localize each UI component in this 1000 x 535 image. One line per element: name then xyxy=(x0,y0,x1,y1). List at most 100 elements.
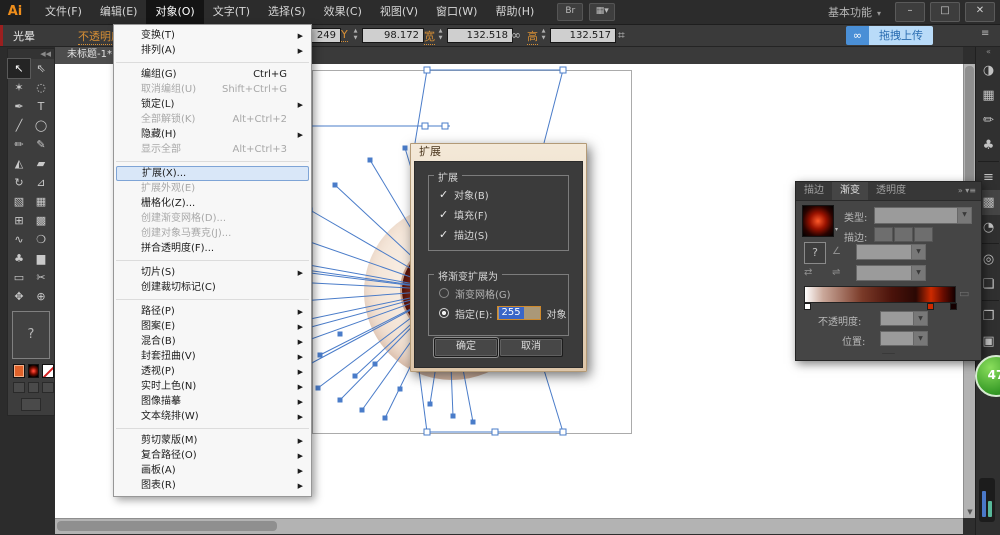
stepper-up-icon[interactable]: ▲ xyxy=(542,28,546,35)
gradient-panel-tab[interactable]: 描边 xyxy=(796,182,832,200)
height-stepper[interactable]: ▲▼ xyxy=(539,27,548,43)
horizontal-scrollbar[interactable] xyxy=(55,518,963,534)
width-tool[interactable]: ◭ xyxy=(8,154,30,173)
color-panel-icon[interactable]: ◑ xyxy=(976,58,1000,83)
color-mode-button[interactable] xyxy=(13,382,25,393)
object-menu-item[interactable]: 剪切蒙版(M)▶ xyxy=(114,433,311,448)
close-button[interactable]: ✕ xyxy=(965,2,995,22)
menubar-item[interactable]: 对象(O) xyxy=(146,0,203,24)
constrain-proportions-icon[interactable]: ∞ xyxy=(511,28,521,42)
height-label[interactable]: 高 xyxy=(527,28,538,45)
y-stepper[interactable]: ▲▼ xyxy=(351,27,360,43)
transform-icon[interactable]: ⌗ xyxy=(618,28,625,43)
ellipse-tool[interactable]: ◯ xyxy=(30,116,52,135)
height-value-field[interactable]: 132.517 xyxy=(550,28,616,43)
lasso-tool[interactable]: ◌ xyxy=(30,78,52,97)
panel-resize-grip[interactable]: ⸺ xyxy=(882,348,895,359)
gradient-stop[interactable] xyxy=(950,303,957,310)
workspace-switcher[interactable]: 基本功能▾ xyxy=(828,4,895,20)
expand-option-checkbox[interactable]: ✓填充(F) xyxy=(439,204,568,224)
control-panel-menu-icon[interactable]: ≡ xyxy=(981,28,989,39)
perspective-grid-tool[interactable]: ▦ xyxy=(30,192,52,211)
object-menu-item[interactable]: 变换(T)▶ xyxy=(114,28,311,43)
object-menu-item[interactable]: 图表(R)▶ xyxy=(114,478,311,493)
object-menu-item[interactable]: 文本绕排(W)▶ xyxy=(114,409,311,424)
scale-tool[interactable]: ⊿ xyxy=(30,173,52,192)
symbol-sprayer-tool[interactable]: ♣ xyxy=(8,249,30,268)
menubar-item[interactable]: 帮助(H) xyxy=(486,0,543,24)
drag-upload-button[interactable]: ∞ 拖拽上传 xyxy=(846,26,933,45)
gradient-mesh-radio[interactable]: 渐变网格(G) xyxy=(439,283,568,303)
y-axis-label[interactable]: Y xyxy=(341,28,348,42)
gradient-angle-select[interactable]: ▼ xyxy=(856,244,926,260)
selection-tool[interactable]: ↖ xyxy=(8,59,30,78)
object-menu-item[interactable]: 图案(E)▶ xyxy=(114,319,311,334)
screen-mode-button[interactable] xyxy=(21,398,41,411)
blend-tool[interactable]: ❍ xyxy=(30,230,52,249)
stop-location-select[interactable]: ▼ xyxy=(880,331,928,346)
menubar-item[interactable]: 编辑(E) xyxy=(91,0,147,24)
y-value-field[interactable]: 98.172 xyxy=(362,28,424,43)
eyedropper-tool[interactable]: ∿ xyxy=(8,230,30,249)
brushes-panel-icon[interactable]: ✏ xyxy=(976,108,1000,133)
stroke-within-button[interactable] xyxy=(874,227,893,242)
delete-stop-icon[interactable]: ▭ xyxy=(959,287,969,300)
dock-collapse-button[interactable]: « xyxy=(976,46,1000,58)
object-menu-item[interactable]: 编组(G)Ctrl+G xyxy=(114,67,311,82)
object-menu-item[interactable]: 实时上色(N)▶ xyxy=(114,379,311,394)
object-menu-item[interactable]: 排列(A)▶ xyxy=(114,43,311,58)
gradient-panel-tab[interactable]: 透明度 xyxy=(868,182,914,200)
object-menu-item[interactable]: 封套扭曲(V)▶ xyxy=(114,349,311,364)
maximize-button[interactable]: □ xyxy=(930,2,960,22)
object-menu-item[interactable]: 路径(P)▶ xyxy=(114,304,311,319)
line-segment-tool[interactable]: ╱ xyxy=(8,116,30,135)
pen-tool[interactable]: ✒ xyxy=(8,97,30,116)
magic-wand-tool[interactable]: ✶ xyxy=(8,78,30,97)
width-stepper[interactable]: ▲▼ xyxy=(436,27,445,43)
width-value-field[interactable]: 132.518 xyxy=(447,28,513,43)
expand-option-checkbox[interactable]: ✓对象(B) xyxy=(439,184,568,204)
object-menu-item[interactable]: 拼合透明度(F)... xyxy=(114,241,311,256)
menubar-item[interactable]: 文字(T) xyxy=(204,0,259,24)
stepper-down-icon[interactable]: ▼ xyxy=(354,35,358,42)
direct-selection-tool[interactable]: ⇖ xyxy=(30,59,52,78)
hand-tool[interactable]: ✥ xyxy=(8,287,30,306)
cancel-button[interactable]: 取消 xyxy=(499,338,563,357)
objects-count-field[interactable]: 255 xyxy=(497,306,541,320)
vertical-scrollbar-thumb[interactable] xyxy=(965,66,974,196)
object-menu-item[interactable]: 隐藏(H)▶ xyxy=(114,127,311,142)
eraser-tool[interactable]: ▰ xyxy=(30,154,52,173)
menubar-item[interactable]: 效果(C) xyxy=(315,0,371,24)
gradient-aspect-select[interactable]: ▼ xyxy=(856,265,926,281)
specify-objects-radio[interactable]: 指定(E): 255 对象 xyxy=(439,303,568,323)
panel-menu-icon[interactable]: ▾≡ xyxy=(965,186,976,195)
stepper-down-icon[interactable]: ▼ xyxy=(542,35,546,42)
paintbrush-tool[interactable]: ✏ xyxy=(8,135,30,154)
arrange-documents-button[interactable]: ▦▾ xyxy=(589,3,615,21)
artboard-tool[interactable]: ▭ xyxy=(8,268,30,287)
graph-tool[interactable]: ▆ xyxy=(30,249,52,268)
expand-option-checkbox[interactable]: ✓描边(S) xyxy=(439,224,568,244)
zoom-tool[interactable]: ⊕ xyxy=(30,287,52,306)
object-menu-item[interactable]: 栅格化(Z)... xyxy=(114,196,311,211)
menubar-item[interactable]: 窗口(W) xyxy=(427,0,486,24)
stop-opacity-select[interactable]: ▼ xyxy=(880,311,928,326)
pencil-tool[interactable]: ✎ xyxy=(30,135,52,154)
width-label[interactable]: 宽 xyxy=(424,28,435,45)
ok-button[interactable]: 确定 xyxy=(434,338,498,357)
reverse-gradient-icon[interactable]: ⇌ xyxy=(832,267,840,278)
swap-gradient-icon[interactable]: ⇄ xyxy=(804,267,812,278)
gradient-panel-tab[interactable]: 渐变 xyxy=(832,182,868,200)
dialog-title[interactable]: 扩展 xyxy=(411,144,586,160)
object-menu-item[interactable]: 透视(P)▶ xyxy=(114,364,311,379)
type-tool[interactable]: T xyxy=(30,97,52,116)
stepper-up-icon[interactable]: ▲ xyxy=(439,28,443,35)
gradient-stop[interactable] xyxy=(804,303,811,310)
minimize-button[interactable]: – xyxy=(895,2,925,22)
rotate-tool[interactable]: ↻ xyxy=(8,173,30,192)
mesh-tool[interactable]: ⊞ xyxy=(8,211,30,230)
menubar-item[interactable]: 文件(F) xyxy=(36,0,91,24)
none-swatch[interactable] xyxy=(42,364,54,378)
shape-builder-tool[interactable]: ▧ xyxy=(8,192,30,211)
gradient-slider[interactable] xyxy=(804,286,956,303)
